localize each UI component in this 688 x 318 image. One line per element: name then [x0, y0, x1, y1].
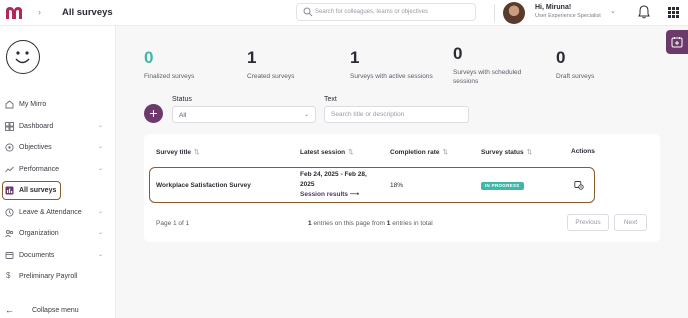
- stat-label: Surveys with scheduled sessions: [453, 69, 522, 85]
- mirro-logo[interactable]: [5, 6, 23, 20]
- stat-value: 1: [247, 48, 257, 67]
- chevron-down-icon: ⌄: [98, 166, 104, 172]
- sidebar-item-dashboard[interactable]: Dashboard ⌄: [0, 119, 116, 135]
- search-placeholder: Search for colleagues, teams or objectiv…: [315, 9, 429, 15]
- dashboard-icon: [5, 122, 14, 131]
- chevron-down-icon: ⌄: [98, 123, 104, 129]
- session-dates-cell-year: 2025: [300, 181, 315, 188]
- quick-action-tab[interactable]: [666, 30, 688, 54]
- stat-draft-surveys: 0 Draft surveys: [556, 48, 594, 81]
- sidebar-item-preliminary-payroll[interactable]: $ Preliminary Payroll: [0, 269, 116, 285]
- search-input[interactable]: Search for colleagues, teams or objectiv…: [296, 3, 476, 21]
- stat-value: 0: [556, 48, 566, 67]
- target-icon: [5, 143, 14, 152]
- chevron-down-icon: ⌄: [98, 209, 104, 215]
- arrow-right-icon: ⟶: [349, 191, 360, 198]
- chevron-down-icon: ⌄: [98, 252, 104, 258]
- dollar-icon: $: [6, 271, 11, 280]
- bell-icon[interactable]: [638, 5, 650, 19]
- sidebar-item-organization[interactable]: Organization ⌄: [0, 226, 116, 242]
- text-search-input[interactable]: [324, 106, 469, 123]
- collapse-menu-button[interactable]: ← Collapse menu: [0, 302, 116, 318]
- stat-label: Surveys with active sessions: [350, 73, 433, 80]
- highlight-outline: [2, 181, 61, 200]
- entries-summary: 1 entries on this page from 1 entries in…: [308, 220, 433, 227]
- user-greeting: Hi, Miruna!: [535, 4, 572, 11]
- sidebar-item-label: Preliminary Payroll: [19, 273, 78, 280]
- stat-label: Draft surveys: [556, 73, 595, 80]
- breadcrumb-chevron-icon: ›: [38, 7, 41, 17]
- divider: [494, 4, 495, 22]
- sidebar-item-label: Objectives: [19, 144, 52, 151]
- stat-label: Created surveys: [247, 73, 295, 80]
- sidebar-item-label: Performance: [19, 166, 60, 173]
- stat-value: 0: [453, 44, 463, 63]
- search-icon: [303, 7, 313, 17]
- stat-scheduled-sessions: 0 Surveys with scheduled sessions: [453, 44, 533, 86]
- text-filter-label: Text: [324, 96, 337, 103]
- arrow-left-icon: ←: [5, 305, 14, 315]
- session-settings-icon[interactable]: [574, 180, 584, 190]
- sidebar: My Mirro Dashboard ⌄ Objectives ⌄ Perfor…: [0, 26, 116, 318]
- sidebar-item-label: My Mirro: [19, 101, 47, 108]
- document-icon: [5, 252, 14, 259]
- org-icon: [5, 230, 14, 238]
- column-header-title[interactable]: Survey title ⇅: [156, 148, 200, 156]
- clock-icon: [5, 208, 14, 217]
- stat-value: 0: [144, 48, 154, 67]
- column-header-completion[interactable]: Completion rate ⇅: [390, 148, 448, 156]
- calendar-plus-icon: [671, 37, 683, 48]
- sidebar-item-label: Leave & Attendance: [19, 209, 82, 216]
- page-indicator: Page 1 of 1: [156, 220, 190, 227]
- column-header-status[interactable]: Survey status ⇅: [481, 148, 532, 156]
- sidebar-item-objectives[interactable]: Objectives ⌄: [0, 140, 116, 156]
- stat-value: 1: [350, 48, 360, 67]
- stat-active-sessions: 1 Surveys with active sessions: [350, 48, 433, 81]
- session-results-link[interactable]: Session results ⟶: [300, 190, 359, 198]
- stat-created-surveys: 1 Created surveys: [247, 48, 294, 81]
- session-dates-cell: Feb 24, 2025 - Feb 28,: [300, 171, 367, 178]
- user-menu-chevron-icon[interactable]: ⌄: [610, 7, 616, 15]
- sidebar-item-performance[interactable]: Performance ⌄: [0, 162, 116, 178]
- collapse-menu-label: Collapse menu: [32, 307, 79, 314]
- stat-label: Finalized surveys: [144, 73, 195, 80]
- trend-icon: [5, 166, 14, 173]
- stat-finalized-surveys: 0 Finalized surveys: [144, 48, 194, 81]
- status-select-value: All: [179, 112, 187, 119]
- sidebar-item-label: Documents: [19, 252, 55, 259]
- previous-page-button[interactable]: Previous: [567, 214, 609, 231]
- status-select[interactable]: All ⌄: [172, 106, 316, 123]
- sidebar-item-label: Organization: [19, 230, 59, 237]
- user-role: User Experience Specialist: [535, 13, 601, 19]
- completion-rate-cell: 18%: [390, 182, 404, 189]
- sidebar-item-leave-attendance[interactable]: Leave & Attendance ⌄: [0, 205, 116, 221]
- next-page-button[interactable]: Next: [614, 214, 647, 231]
- chevron-down-icon: ⌄: [98, 230, 104, 236]
- home-icon: [5, 100, 14, 109]
- apps-grid-icon[interactable]: [668, 7, 679, 18]
- sidebar-item-my-mirro[interactable]: My Mirro: [0, 97, 116, 113]
- sidebar-item-label: Dashboard: [19, 123, 54, 130]
- column-header-actions: Actions: [571, 148, 595, 155]
- column-header-latest-session[interactable]: Latest session ⇅: [300, 148, 354, 156]
- chevron-down-icon: ⌄: [304, 112, 310, 118]
- company-logo: [6, 40, 40, 74]
- avatar[interactable]: [503, 2, 525, 24]
- add-survey-button[interactable]: +: [144, 104, 163, 123]
- status-filter-label: Status: [172, 96, 192, 103]
- page-title: All surveys: [62, 7, 113, 18]
- surveys-table: Survey title ⇅ Latest session ⇅ Completion…: [144, 134, 660, 242]
- chevron-down-icon: ⌄: [98, 144, 104, 150]
- top-bar: › All surveys Search for colleagues, tea…: [0, 0, 688, 26]
- status-badge: IN PROGRESS: [481, 182, 524, 190]
- survey-title-cell[interactable]: Workplace Satisfaction Survey: [156, 182, 251, 189]
- sidebar-item-documents[interactable]: Documents ⌄: [0, 248, 116, 264]
